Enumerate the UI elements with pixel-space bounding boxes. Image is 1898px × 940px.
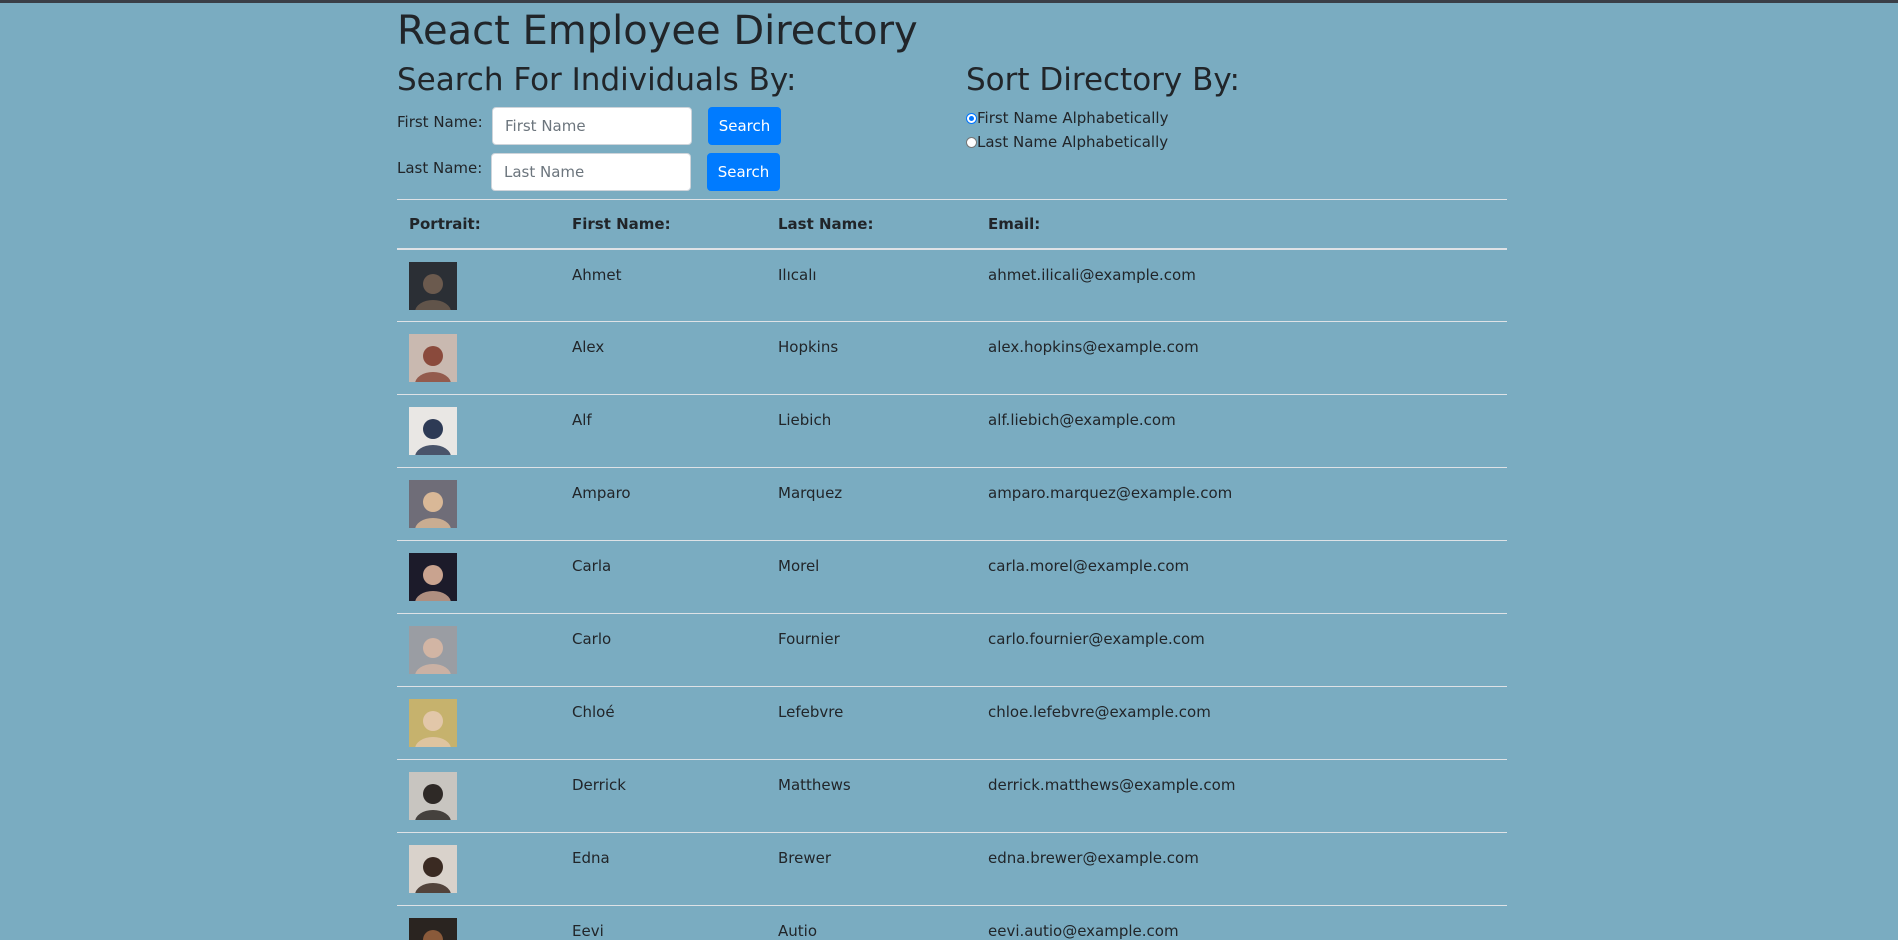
table-row: Carlo Fournier carlo.fournier@example.com bbox=[397, 613, 1507, 687]
table-row: Eevi Autio eevi.autio@example.com bbox=[397, 905, 1507, 940]
table-row: Amparo Marquez amparo.marquez@example.com bbox=[397, 467, 1507, 541]
first-name-cell: Derrick bbox=[560, 759, 766, 833]
sort-option-first-name[interactable]: First Name Alphabetically bbox=[966, 107, 1168, 129]
first-name-cell: Carla bbox=[560, 540, 766, 614]
last-name-cell: Brewer bbox=[766, 832, 976, 906]
portrait-cell bbox=[397, 759, 560, 833]
portrait-cell bbox=[397, 321, 560, 395]
last-name-cell: Ilıcalı bbox=[766, 248, 976, 322]
portrait-image bbox=[409, 261, 457, 310]
sort-section: Sort Directory By: First Name Alphabetic… bbox=[966, 61, 1466, 151]
first-name-cell: Ahmet bbox=[560, 248, 766, 322]
portrait-cell bbox=[397, 394, 560, 468]
first-name-cell: Eevi bbox=[560, 905, 766, 940]
first-name-radio[interactable] bbox=[966, 112, 977, 124]
email-cell: edna.brewer@example.com bbox=[976, 832, 1507, 906]
table-row: Ahmet Ilıcalı ahmet.ilicali@example.com bbox=[397, 248, 1507, 322]
email-cell: ahmet.ilicali@example.com bbox=[976, 248, 1507, 322]
table-header: Portrait: First Name: Last Name: Email: bbox=[397, 199, 1507, 250]
portrait-cell bbox=[397, 540, 560, 614]
last-name-cell: Lefebvre bbox=[766, 686, 976, 760]
employee-table: Portrait: First Name: Last Name: Email: … bbox=[397, 199, 1507, 940]
email-cell: chloe.lefebvre@example.com bbox=[976, 686, 1507, 760]
email-cell: carlo.fournier@example.com bbox=[976, 613, 1507, 687]
portrait-image bbox=[409, 845, 457, 893]
portrait-image bbox=[409, 626, 457, 674]
last-name-label: Last Name: bbox=[397, 159, 483, 177]
last-name-cell: Autio bbox=[766, 905, 976, 940]
first-name-cell: Chloé bbox=[560, 686, 766, 760]
sort-option-label: Last Name Alphabetically bbox=[977, 133, 1169, 151]
last-name-search-button[interactable]: Search bbox=[707, 153, 780, 191]
first-name-column-header: First Name: bbox=[560, 199, 766, 250]
portrait-image bbox=[409, 334, 457, 382]
portrait-image bbox=[409, 772, 457, 820]
sort-option-label: First Name Alphabetically bbox=[977, 109, 1169, 127]
first-name-cell: Carlo bbox=[560, 613, 766, 687]
portrait-cell bbox=[397, 248, 560, 322]
last-name-radio[interactable] bbox=[966, 136, 977, 148]
portrait-cell bbox=[397, 467, 560, 541]
table-row: Derrick Matthews derrick.matthews@example.… bbox=[397, 759, 1507, 833]
table-row: Edna Brewer edna.brewer@example.com bbox=[397, 832, 1507, 906]
table-body: Ahmet Ilıcalı ahmet.ilicali@example.com Ale… bbox=[397, 248, 1507, 940]
portrait-image bbox=[409, 480, 457, 528]
first-name-input[interactable] bbox=[492, 107, 692, 145]
email-cell: derrick.matthews@example.com bbox=[976, 759, 1507, 833]
portrait-cell bbox=[397, 686, 560, 760]
first-name-cell: Alex bbox=[560, 321, 766, 395]
email-cell: eevi.autio@example.com bbox=[976, 905, 1507, 940]
last-name-cell: Matthews bbox=[766, 759, 976, 833]
sort-heading: Sort Directory By: bbox=[966, 62, 1240, 98]
portrait-cell bbox=[397, 613, 560, 687]
last-name-search-row: Last Name: Search bbox=[397, 153, 897, 191]
search-heading: Search For Individuals By: bbox=[397, 62, 797, 98]
email-cell: alf.liebich@example.com bbox=[976, 394, 1507, 468]
last-name-cell: Morel bbox=[766, 540, 976, 614]
portrait-cell bbox=[397, 905, 560, 940]
table-row: Carla Morel carla.morel@example.com bbox=[397, 540, 1507, 614]
first-name-search-button[interactable]: Search bbox=[708, 107, 781, 145]
first-name-cell: Alf bbox=[560, 394, 766, 468]
search-section: Search For Individuals By: First Name: S… bbox=[397, 61, 897, 191]
portrait-image bbox=[409, 699, 457, 747]
first-name-search-row: First Name: Search bbox=[397, 107, 897, 145]
portrait-image bbox=[409, 553, 457, 601]
portrait-image bbox=[409, 407, 457, 455]
last-name-cell: Marquez bbox=[766, 467, 976, 541]
first-name-cell: Edna bbox=[560, 832, 766, 906]
first-name-cell: Amparo bbox=[560, 467, 766, 541]
table-row: Chloé Lefebvre chloe.lefebvre@example.com bbox=[397, 686, 1507, 760]
page-title: React Employee Directory bbox=[397, 8, 918, 54]
last-name-cell: Hopkins bbox=[766, 321, 976, 395]
last-name-column-header: Last Name: bbox=[766, 199, 976, 250]
last-name-cell: Fournier bbox=[766, 613, 976, 687]
table-row: Alex Hopkins alex.hopkins@example.com bbox=[397, 321, 1507, 395]
portrait-cell bbox=[397, 832, 560, 906]
email-column-header: Email: bbox=[976, 199, 1507, 250]
sort-option-last-name[interactable]: Last Name Alphabetically bbox=[966, 131, 1168, 153]
email-cell: amparo.marquez@example.com bbox=[976, 467, 1507, 541]
table-row: Alf Liebich alf.liebich@example.com bbox=[397, 394, 1507, 468]
table-header-row: Portrait: First Name: Last Name: Email: bbox=[397, 199, 1507, 250]
email-cell: alex.hopkins@example.com bbox=[976, 321, 1507, 395]
last-name-input[interactable] bbox=[491, 153, 691, 191]
last-name-cell: Liebich bbox=[766, 394, 976, 468]
email-cell: carla.morel@example.com bbox=[976, 540, 1507, 614]
portrait-image bbox=[409, 918, 457, 940]
first-name-label: First Name: bbox=[397, 113, 483, 131]
portrait-column-header: Portrait: bbox=[397, 199, 560, 250]
